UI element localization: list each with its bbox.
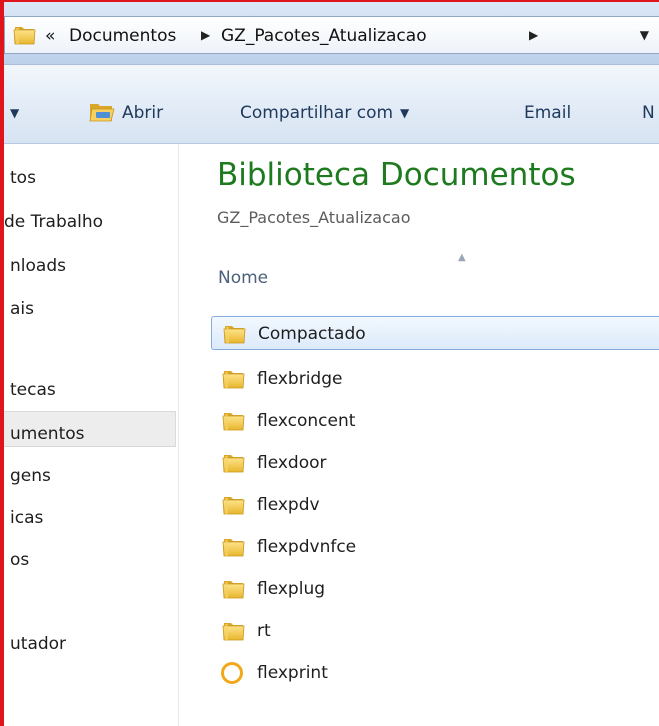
nav-item-bibliotecas[interactable]: tecas: [10, 380, 56, 400]
file-name: flexpdvnfce: [257, 537, 357, 557]
address-history-dropdown-icon[interactable]: ▼: [640, 28, 649, 42]
library-title: Biblioteca Documentos: [217, 157, 576, 193]
file-row[interactable]: flexpdvnfce: [211, 530, 659, 564]
file-name: flexprint: [257, 663, 328, 683]
file-name: flexconcent: [257, 411, 356, 431]
file-name: flexdoor: [257, 453, 327, 473]
file-name: flexbridge: [257, 369, 343, 389]
folder-icon: [222, 452, 246, 474]
file-name: rt: [257, 621, 271, 641]
folder-icon: [222, 368, 246, 390]
breadcrumb-separator-arrow-icon[interactable]: ▶: [201, 28, 210, 42]
file-row[interactable]: flexconcent: [211, 404, 659, 438]
command-bar: ▼ Abrir Compartilhar com ▼ Email N: [4, 65, 659, 144]
nav-item-videos[interactable]: os: [10, 550, 29, 570]
file-row[interactable]: rt: [211, 614, 659, 648]
file-row[interactable]: flexplug: [211, 572, 659, 606]
breadcrumb-item-gz-pacotes[interactable]: GZ_Pacotes_Atualizacao: [221, 26, 427, 46]
nav-item-imagens[interactable]: gens: [10, 466, 51, 486]
email-button[interactable]: Email: [524, 103, 571, 123]
file-row[interactable]: flexdoor: [211, 446, 659, 480]
open-button[interactable]: Abrir: [88, 95, 184, 129]
nav-item-locais[interactable]: ais: [10, 299, 34, 319]
breadcrumb-item-documentos[interactable]: Documentos: [69, 26, 176, 46]
open-folder-icon: [89, 104, 115, 122]
file-row[interactable]: Compactado: [211, 316, 659, 350]
file-row[interactable]: flexbridge: [211, 362, 659, 396]
file-row[interactable]: flexpdv: [211, 488, 659, 522]
folder-icon: [222, 536, 246, 558]
sort-ascending-icon: ▲: [458, 252, 466, 263]
folder-icon: [222, 620, 246, 642]
ring-app-icon: [221, 662, 243, 684]
file-name: Compactado: [258, 324, 366, 344]
folder-icon: [223, 323, 247, 345]
breadcrumb[interactable]: « Documentos ▶ GZ_Pacotes_Atualizacao ▶ …: [4, 16, 659, 54]
column-header-name[interactable]: Nome: [218, 268, 268, 288]
nav-item-documentos[interactable]: umentos: [10, 424, 85, 444]
folder-icon: [222, 578, 246, 600]
organize-dropdown-icon[interactable]: ▼: [10, 106, 19, 120]
folder-icon: [222, 494, 246, 516]
breadcrumb-overflow-chevron[interactable]: «: [45, 26, 55, 46]
library-subtitle[interactable]: GZ_Pacotes_Atualizacao: [217, 208, 411, 227]
open-button-label: Abrir: [122, 103, 164, 123]
breadcrumb-separator-arrow-icon[interactable]: ▶: [529, 28, 538, 42]
window-border-left: [0, 0, 4, 726]
nav-item-downloads[interactable]: nloads: [10, 256, 66, 276]
share-with-button[interactable]: Compartilhar com: [240, 103, 393, 123]
navigation-pane: tos de Trabalho nloads ais tecas umentos…: [4, 144, 179, 726]
folder-icon: [13, 24, 37, 46]
file-name: flexplug: [257, 579, 326, 599]
new-folder-button-partial[interactable]: N: [642, 103, 655, 123]
nav-item-favoritos[interactable]: tos: [10, 168, 36, 188]
nav-item-computador[interactable]: utador: [10, 634, 66, 654]
nav-item-musicas[interactable]: icas: [10, 508, 43, 528]
folder-icon: [222, 410, 246, 432]
file-name: flexpdv: [257, 495, 320, 515]
file-row[interactable]: flexprint: [211, 656, 659, 690]
share-dropdown-icon[interactable]: ▼: [400, 106, 409, 120]
address-bar: « Documentos ▶ GZ_Pacotes_Atualizacao ▶ …: [4, 2, 659, 65]
nav-item-area-de-trabalho[interactable]: de Trabalho: [4, 212, 103, 232]
